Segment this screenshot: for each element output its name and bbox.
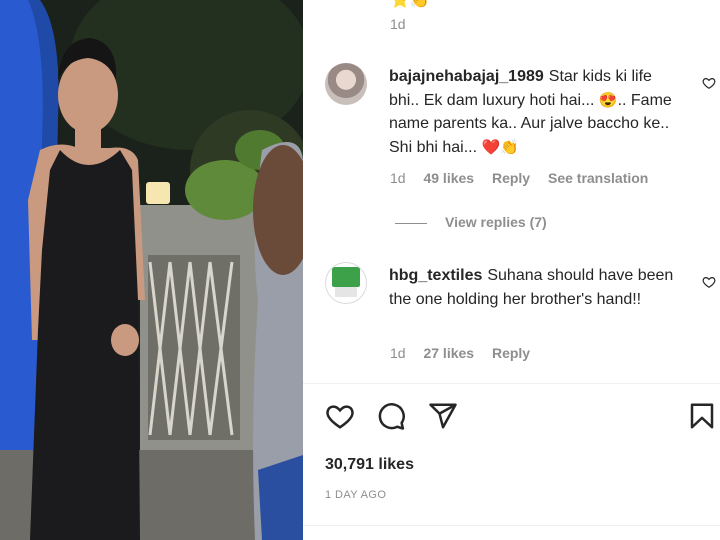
section-divider <box>303 525 720 526</box>
post-timestamp[interactable]: 1 DAY AGO <box>325 489 386 501</box>
paper-plane-icon[interactable] <box>428 401 458 431</box>
photo-scene <box>0 0 303 540</box>
see-translation-button[interactable]: See translation <box>548 170 648 186</box>
replies-divider <box>395 222 427 224</box>
like-comment-heart-icon[interactable] <box>702 76 716 90</box>
heart-eyes-emoji: 😍 <box>598 91 618 109</box>
bookmark-icon[interactable] <box>687 401 717 431</box>
avatar[interactable] <box>325 63 367 105</box>
section-divider <box>303 383 720 384</box>
previous-comment-time: 1d <box>390 16 406 32</box>
comment-icon[interactable] <box>376 401 406 431</box>
reply-button[interactable]: Reply <box>492 345 530 361</box>
like-comment-heart-icon[interactable] <box>702 275 716 289</box>
view-replies-label: View replies (7) <box>445 214 547 230</box>
comment-username[interactable]: bajajnehabajaj_1989 <box>389 68 544 85</box>
comments-panel: ⭐👏 1d bajajnehabajaj_1989 Star kids ki li… <box>303 0 720 540</box>
post-photo[interactable] <box>0 0 303 540</box>
comment-meta: 1d 49 likes Reply See translation <box>390 170 662 186</box>
comment-username[interactable]: hbg_textiles <box>389 267 482 284</box>
comment-meta: 1d 27 likes Reply <box>390 345 544 361</box>
post-likes-count[interactable]: 30,791 likes <box>325 456 414 474</box>
comment-text: bajajnehabajaj_1989 Star kids ki life bhi… <box>389 65 679 159</box>
heart-icon[interactable] <box>325 401 355 431</box>
view-replies-button[interactable]: View replies (7) <box>395 214 547 230</box>
reply-button[interactable]: Reply <box>492 170 530 186</box>
comment-likes[interactable]: 27 likes <box>423 345 474 361</box>
avatar-logo <box>332 267 360 287</box>
heart-clap-emoji: ❤️👏 <box>481 138 519 156</box>
avatar[interactable] <box>325 262 367 304</box>
comment-text: hbg_textiles Suhana should have been the … <box>389 264 679 311</box>
comment-time: 1d <box>390 170 406 186</box>
previous-comment-emojis: ⭐👏 <box>390 0 430 9</box>
avatar-logo-text <box>335 287 357 297</box>
comment-likes[interactable]: 49 likes <box>423 170 474 186</box>
comment-time: 1d <box>390 345 406 361</box>
